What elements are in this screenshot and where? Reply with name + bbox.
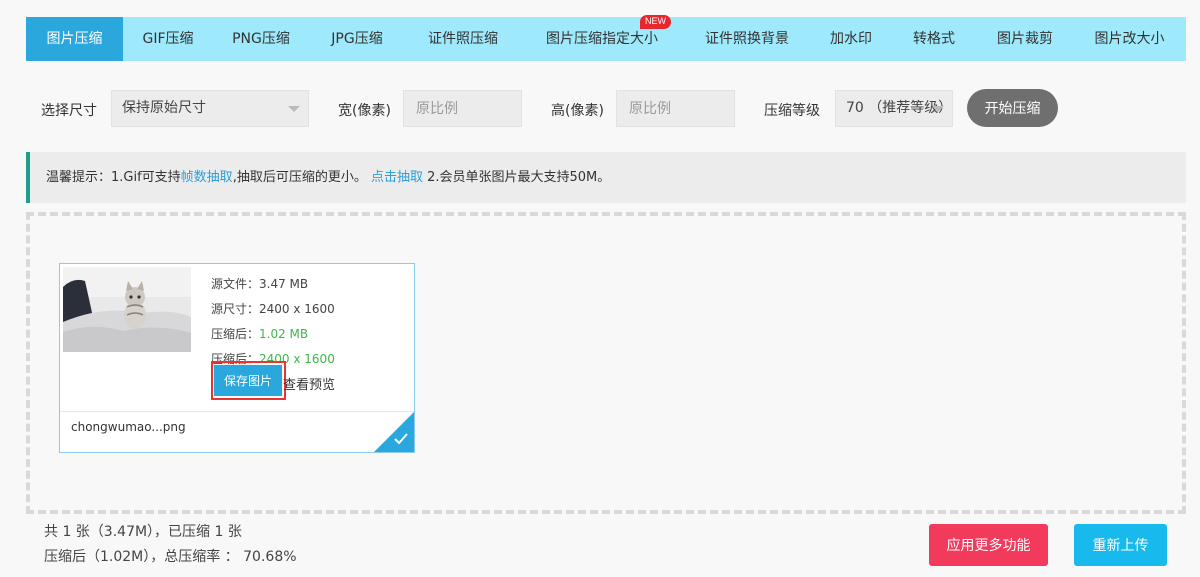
tab-gif-compress[interactable]: GIF压缩 (123, 17, 213, 61)
size-select[interactable]: 保持原始尺寸 (111, 90, 309, 127)
file-name: chongwumao...png (71, 420, 186, 434)
tab-label: 图片改大小 (1094, 31, 1165, 47)
card-divider (60, 411, 414, 412)
compressed-file-size: 压缩后：1.02 MB (211, 322, 335, 347)
tab-label: 加水印 (830, 31, 872, 47)
tab-jpg-compress[interactable]: JPG压缩 (309, 17, 405, 61)
tab-label: 证件照换背景 (705, 31, 789, 47)
tool-tab-bar: 图片压缩 GIF压缩 PNG压缩 JPG压缩 证件照压缩 图片压缩指定大小 NE… (26, 15, 1186, 61)
source-dimensions: 源尺寸：2400 x 1600 (211, 302, 335, 316)
save-image-button[interactable]: 保存图片 (214, 365, 282, 396)
compressed-file-value: 1.02 MB (259, 327, 309, 341)
save-button-highlight: 保存图片 (211, 361, 286, 400)
tip-suffix: 2.会员单张图片最大支持50M。 (422, 170, 611, 185)
checkmark-icon (394, 433, 408, 445)
tab-resize[interactable]: 图片改大小 (1073, 17, 1186, 61)
click-extract-link[interactable]: 点击抽取 (371, 170, 423, 185)
tab-label: PNG压缩 (232, 31, 290, 47)
tab-png-compress[interactable]: PNG压缩 (213, 17, 309, 61)
tab-id-photo-background[interactable]: 证件照换背景 (683, 17, 811, 61)
tab-id-photo-compress[interactable]: 证件照压缩 (405, 17, 521, 61)
start-compress-button[interactable]: 开始压缩 (967, 89, 1058, 127)
level-label: 压缩等级 (764, 103, 820, 119)
compress-stats: 共 1 张（3.47M），已压缩 1 张 压缩后（1.02M），总压缩率 ： 7… (44, 520, 297, 570)
image-thumbnail (63, 267, 191, 352)
height-label: 高(像素) (551, 103, 604, 119)
tab-label: 图片压缩 (46, 31, 103, 47)
file-card: 源文件：3.47 MB 源尺寸：2400 x 1600 压缩后：1.02 MB … (59, 263, 415, 453)
height-input[interactable] (616, 90, 735, 127)
chevron-down-icon (288, 106, 300, 112)
level-select[interactable]: 70 （推荐等级） (835, 90, 953, 127)
frame-extract-link[interactable]: 帧数抽取 (181, 170, 233, 185)
size-label: 选择尺寸 (41, 103, 97, 119)
tab-watermark[interactable]: 加水印 (811, 17, 891, 61)
compressed-file-label: 压缩后： (211, 327, 260, 341)
tab-image-compress[interactable]: 图片压缩 (26, 17, 123, 61)
tab-label: JPG压缩 (331, 31, 383, 47)
view-preview-link[interactable]: 查看预览 (283, 374, 335, 393)
source-file-size: 源文件：3.47 MB (211, 277, 309, 291)
new-badge: NEW (640, 15, 671, 29)
tab-label: 图片裁剪 (997, 31, 1053, 47)
tab-label: 转格式 (913, 31, 955, 47)
tip-prefix: 温馨提示：1.Gif可支持 (46, 170, 181, 185)
stats-line-2: 压缩后（1.02M），总压缩率 ： 70.68% (44, 549, 297, 565)
size-select-value: 保持原始尺寸 (122, 100, 206, 116)
tip-middle: ,抽取后可压缩的更小。 (232, 170, 371, 185)
more-features-button[interactable]: 应用更多功能 (929, 524, 1048, 566)
tab-compress-to-size[interactable]: 图片压缩指定大小 NEW (521, 15, 683, 61)
tab-label: GIF压缩 (142, 31, 194, 47)
compress-settings: 选择尺寸 保持原始尺寸 宽(像素) 高(像素) 压缩等级 70 （推荐等级） 开… (0, 89, 1200, 129)
chevron-down-icon (932, 106, 944, 112)
file-info: 源文件：3.47 MB 源尺寸：2400 x 1600 压缩后：1.02 MB … (211, 272, 335, 372)
width-label: 宽(像素) (338, 103, 391, 119)
tab-crop[interactable]: 图片裁剪 (977, 17, 1073, 61)
tab-label: 证件照压缩 (428, 31, 498, 47)
reupload-button[interactable]: 重新上传 (1074, 524, 1167, 566)
tab-convert-format[interactable]: 转格式 (891, 17, 977, 61)
tip-bar: 温馨提示：1.Gif可支持帧数抽取,抽取后可压缩的更小。 点击抽取 2.会员单张… (26, 152, 1186, 203)
tab-label: 图片压缩指定大小 (546, 31, 658, 47)
width-input[interactable] (403, 90, 522, 127)
stats-line-1: 共 1 张（3.47M），已压缩 1 张 (44, 524, 242, 540)
